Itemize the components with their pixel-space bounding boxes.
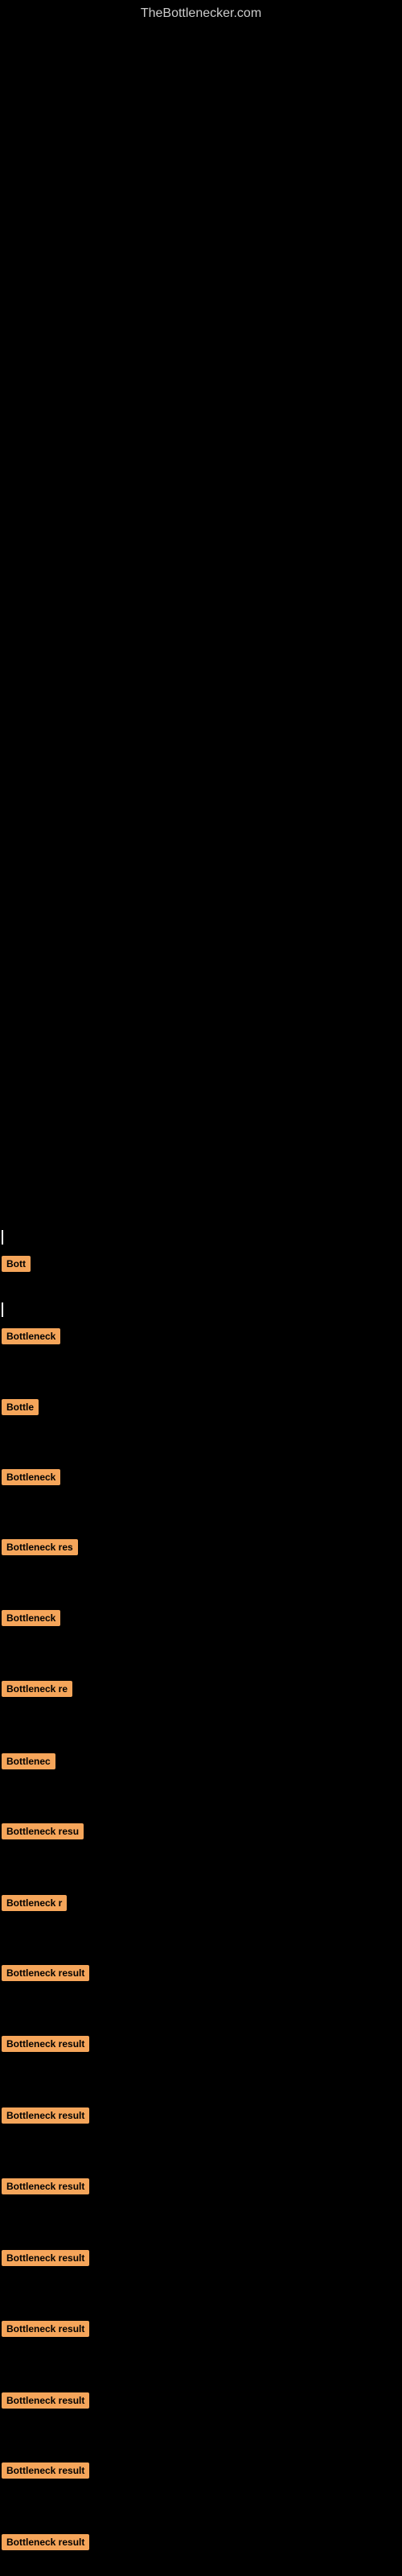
bottleneck-item-1: Bott: [2, 1256, 31, 1272]
bottleneck-badge-16: Bottleneck result: [2, 2321, 89, 2337]
bottleneck-item-14: Bottleneck result: [2, 2178, 89, 2194]
bottleneck-item-9: Bottleneck resu: [2, 1823, 84, 1839]
bottleneck-badge-19: Bottleneck result: [2, 2534, 89, 2550]
bottleneck-item-6: Bottleneck: [2, 1610, 60, 1626]
bottleneck-item-12: Bottleneck result: [2, 2036, 89, 2052]
bottleneck-badge-12: Bottleneck result: [2, 2036, 89, 2052]
page-wrapper: TheBottlenecker.com Bott Bottleneck Bott…: [0, 0, 402, 2576]
bottleneck-badge-1: Bott: [2, 1256, 31, 1272]
bottleneck-item-15: Bottleneck result: [2, 2250, 89, 2266]
bottleneck-badge-9: Bottleneck resu: [2, 1823, 84, 1839]
cursor-line-2: [2, 1302, 3, 1317]
cursor-line-1: [2, 1230, 3, 1245]
bottleneck-badge-7: Bottleneck re: [2, 1681, 72, 1697]
bottleneck-item-7: Bottleneck re: [2, 1681, 72, 1697]
bottleneck-badge-8: Bottlenec: [2, 1753, 55, 1769]
bottleneck-item-13: Bottleneck result: [2, 2107, 89, 2124]
bottleneck-badge-13: Bottleneck result: [2, 2107, 89, 2124]
bottleneck-badge-2: Bottleneck: [2, 1328, 60, 1344]
bottleneck-badge-6: Bottleneck: [2, 1610, 60, 1626]
bottleneck-item-5: Bottleneck res: [2, 1539, 78, 1555]
bottleneck-badge-18: Bottleneck result: [2, 2462, 89, 2479]
bottleneck-item-18: Bottleneck result: [2, 2462, 89, 2479]
bottleneck-item-19: Bottleneck result: [2, 2534, 89, 2550]
bottleneck-badge-10: Bottleneck r: [2, 1895, 67, 1911]
bottleneck-item-2: Bottleneck: [2, 1328, 60, 1344]
bottleneck-item-11: Bottleneck result: [2, 1965, 89, 1981]
bottleneck-item-16: Bottleneck result: [2, 2321, 89, 2337]
bottleneck-badge-14: Bottleneck result: [2, 2178, 89, 2194]
bottleneck-badge-3: Bottle: [2, 1399, 39, 1415]
bottleneck-badge-11: Bottleneck result: [2, 1965, 89, 1981]
bottleneck-item-17: Bottleneck result: [2, 2392, 89, 2409]
site-header: TheBottlenecker.com: [0, 0, 402, 27]
bottleneck-item-8: Bottlenec: [2, 1753, 55, 1769]
chart-area: [0, 27, 402, 1251]
bottleneck-badge-4: Bottleneck: [2, 1469, 60, 1485]
bottleneck-badge-15: Bottleneck result: [2, 2250, 89, 2266]
bottleneck-item-10: Bottleneck r: [2, 1895, 67, 1911]
bottleneck-badge-17: Bottleneck result: [2, 2392, 89, 2409]
site-title-text: TheBottlenecker.com: [141, 6, 261, 20]
bottleneck-item-4: Bottleneck: [2, 1469, 60, 1485]
bottleneck-badge-5: Bottleneck res: [2, 1539, 78, 1555]
bottleneck-item-3: Bottle: [2, 1399, 39, 1415]
